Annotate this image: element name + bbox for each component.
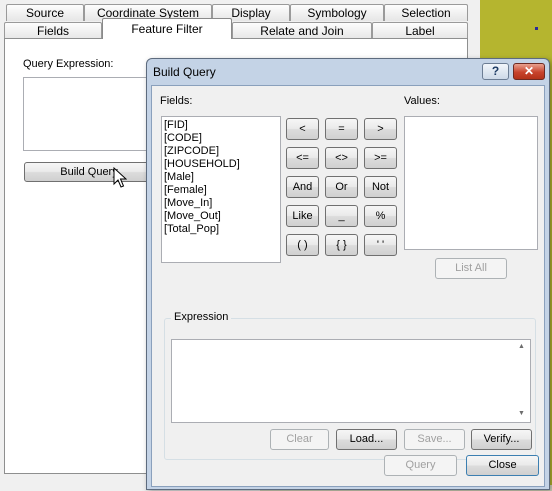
operator-not-equal-button[interactable]: <> (325, 147, 358, 169)
query-button[interactable]: Query (384, 455, 457, 476)
fields-label: Fields: (160, 95, 193, 107)
scroll-down-icon[interactable]: ▼ (518, 410, 525, 417)
operator-quotes-button[interactable]: ' ' (364, 234, 397, 256)
close-button[interactable]: Close (466, 455, 539, 476)
values-list[interactable] (404, 116, 538, 250)
mouse-pointer-icon (113, 167, 127, 188)
dialog-body: Fields: [FID] [CODE] [ZIPCODE] [HOUSEHOL… (151, 85, 545, 487)
operator-parentheses-button[interactable]: ( ) (286, 234, 319, 256)
fields-list[interactable]: [FID] [CODE] [ZIPCODE] [HOUSEHOLD] [Male… (161, 116, 281, 263)
expression-group: Expression ▲ ▼ Clear Load... Save... Ver… (164, 311, 536, 460)
scroll-up-icon[interactable]: ▲ (518, 343, 525, 350)
tab-fields[interactable]: Fields (4, 22, 102, 39)
list-item[interactable]: [Move_In] (164, 197, 212, 210)
operator-or-button[interactable]: Or (325, 176, 358, 198)
verify-button[interactable]: Verify... (471, 429, 532, 450)
build-query-dialog: Build Query ? ✕ Fields: [FID] [CODE] [ZI… (146, 58, 550, 490)
map-canvas (480, 0, 552, 60)
list-item[interactable]: [Total_Pop] (164, 223, 219, 236)
list-item[interactable]: [Female] (164, 184, 207, 197)
list-item[interactable]: [CODE] (164, 132, 202, 145)
operator-and-button[interactable]: And (286, 176, 319, 198)
operator-greater-equal-button[interactable]: >= (364, 147, 397, 169)
save-button[interactable]: Save... (404, 429, 465, 450)
list-all-button[interactable]: List All (435, 258, 507, 279)
dialog-title: Build Query (153, 65, 216, 79)
load-button[interactable]: Load... (336, 429, 397, 450)
values-label: Values: (404, 95, 440, 107)
expression-scrollbar[interactable]: ▲ ▼ (514, 340, 530, 422)
tab-feature-filter[interactable]: Feature Filter (102, 18, 232, 39)
list-item[interactable]: [HOUSEHOLD] (164, 158, 240, 171)
operator-less-equal-button[interactable]: <= (286, 147, 319, 169)
help-button[interactable]: ? (482, 63, 509, 80)
operator-like-button[interactable]: Like (286, 205, 319, 227)
query-expression-label: Query Expression: (23, 58, 114, 70)
window-close-button[interactable]: ✕ (513, 63, 545, 80)
expression-field[interactable]: ▲ ▼ (171, 339, 531, 423)
list-item[interactable]: [ZIPCODE] (164, 145, 219, 158)
tab-symbology[interactable]: Symbology (290, 4, 384, 21)
list-item[interactable]: [FID] (164, 119, 188, 132)
title-bar[interactable]: Build Query ? ✕ (147, 59, 549, 85)
clear-button[interactable]: Clear (270, 429, 329, 450)
tab-source[interactable]: Source (6, 4, 84, 21)
list-item[interactable]: [Move_Out] (164, 210, 221, 223)
operator-underscore-button[interactable]: _ (325, 205, 358, 227)
build-query-button[interactable]: Build Query (24, 162, 154, 182)
operator-less-than-button[interactable]: < (286, 118, 319, 140)
tab-label[interactable]: Label (372, 22, 468, 39)
tab-selection[interactable]: Selection (384, 4, 468, 21)
operator-not-button[interactable]: Not (364, 176, 397, 198)
tab-relate-and-join[interactable]: Relate and Join (232, 22, 372, 39)
operator-braces-button[interactable]: { } (325, 234, 358, 256)
expression-label: Expression (171, 311, 232, 323)
list-item[interactable]: [Male] (164, 171, 194, 184)
operator-equals-button[interactable]: = (325, 118, 358, 140)
map-point-symbol (535, 27, 538, 30)
operator-percent-button[interactable]: % (364, 205, 397, 227)
operator-greater-than-button[interactable]: > (364, 118, 397, 140)
